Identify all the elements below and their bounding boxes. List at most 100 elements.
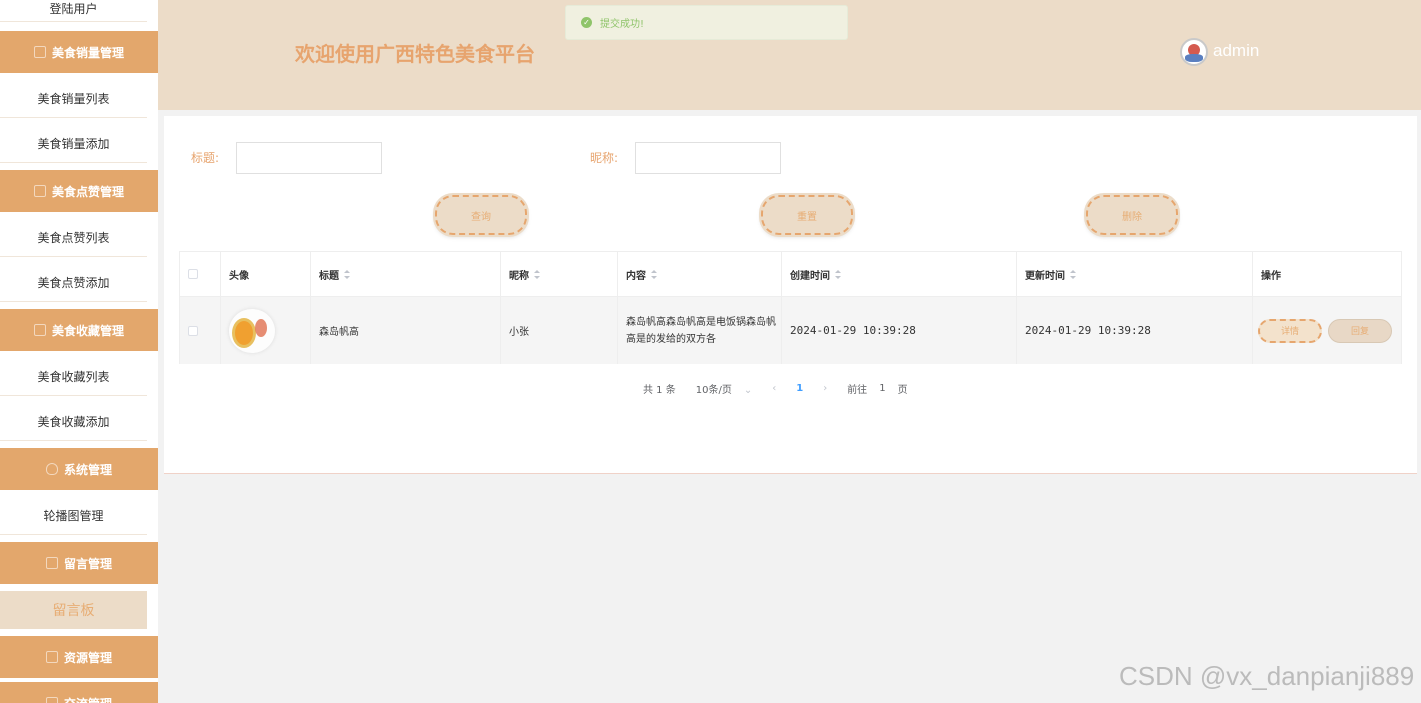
current-page[interactable]: 1 [796,383,803,394]
column-header-label: 创建时间 [790,270,830,282]
edit-icon [33,46,46,58]
sidebar-item-label: 美食收藏列表 [37,370,110,384]
sidebar-group-label: 系统管理 [63,462,112,477]
sidebar-group-sales[interactable]: 美食销量管理 [0,31,158,73]
column-header-updated[interactable]: 更新时间 [1017,252,1253,296]
sidebar-item-label: 美食收藏添加 [37,415,110,429]
sidebar-item-label: 轮播图管理 [43,509,104,523]
select-all-checkbox[interactable] [188,269,198,279]
sidebar-group-label: 美食收藏管理 [51,323,124,338]
user-name[interactable]: admin [1213,41,1259,61]
column-header-title[interactable]: 标题 [311,252,501,296]
column-header-label: 更新时间 [1025,270,1065,282]
sidebar-group-communication[interactable]: 交流管理 [0,682,158,703]
row-select-cell [180,297,221,364]
sidebar-group-likes[interactable]: 美食点赞管理 [0,170,158,212]
sidebar-item-fav-list[interactable]: 美食收藏列表 [0,358,147,396]
column-header-nickname[interactable]: 昵称 [501,252,618,296]
sidebar-group-label: 美食销量管理 [51,45,124,60]
ops-cell: 详情 回复 [1253,297,1403,364]
sort-icon[interactable] [1070,269,1076,279]
sidebar-group-label: 交流管理 [64,695,112,703]
sidebar-item-label: 美食销量列表 [37,92,110,106]
chart-icon [33,185,46,197]
select-all-cell [180,252,221,296]
sort-icon[interactable] [835,269,841,279]
sidebar-item-message-board[interactable]: 留言板 [0,591,147,629]
table-row[interactable]: 森岛帆高 小张 森岛帆高森岛帆高是电饭锅森岛帆高是的发给的双方各 2024-01… [180,297,1401,364]
reply-button[interactable]: 回复 [1328,318,1392,343]
chart-icon [45,557,58,569]
reset-button[interactable]: 重置 [761,195,853,235]
column-header-avatar: 头像 [221,252,311,296]
created-cell: 2024-01-29 10:39:28 [782,297,1017,364]
detail-button[interactable]: 详情 [1258,318,1322,343]
sidebar-item-label: 美食销量添加 [37,137,110,151]
sidebar-item-sales-add[interactable]: 美食销量添加 [0,125,147,163]
prev-page-icon[interactable]: ‹ [772,383,776,394]
next-page-icon[interactable]: › [823,383,827,394]
sidebar-item-like-list[interactable]: 美食点赞列表 [0,219,147,257]
column-header-label: 操作 [1261,270,1281,282]
goto-label: 前往 [847,384,868,396]
watermark: CSDN @vx_danpianji889 [1119,661,1415,691]
sidebar-group-messages[interactable]: 留言管理 [0,542,158,584]
sidebar-item-sales-list[interactable]: 美食销量列表 [0,80,147,118]
row-created-time: 2024-01-29 10:39:28 [790,324,916,337]
title-input[interactable] [236,142,382,174]
title-cell: 森岛帆高 [311,297,501,364]
updated-cell: 2024-01-29 10:39:28 [1017,297,1253,364]
column-header-label: 昵称 [509,270,529,282]
table-header: 头像 标题 昵称 内容 创建时间 更新时间 操作 [180,252,1401,297]
pager-total: 共 1 条 [643,384,676,396]
query-button[interactable]: 查询 [435,195,527,235]
nickname-input[interactable] [635,142,781,174]
sidebar: 登陆用户 美食销量管理 美食销量列表 美食销量添加 美食点赞管理 美食点赞列表 … [0,0,158,703]
sidebar-group-system[interactable]: 系统管理 [0,448,158,490]
food-image[interactable] [229,308,275,353]
column-header-label: 内容 [626,270,646,282]
sort-icon[interactable] [344,269,350,279]
row-checkbox[interactable] [188,325,198,336]
row-nickname: 小张 [509,327,529,338]
column-header-ops: 操作 [1253,252,1403,296]
row-title: 森岛帆高 [319,327,359,338]
sidebar-item-label: 留言板 [52,603,95,619]
box-icon [45,651,58,663]
edit-icon [33,324,46,336]
nickname-label: 昵称: [590,151,619,165]
goto-input[interactable]: 1 [879,383,885,394]
sidebar-item-label: 美食点赞添加 [37,276,110,290]
column-header-label: 头像 [229,270,249,282]
column-header-label: 标题 [319,270,339,282]
sidebar-item-fav-add[interactable]: 美食收藏添加 [0,403,147,441]
main-panel: 标题: 昵称: 查询 重置 删除 头像 标题 昵称 内容 创建时间 更新时间 操… [164,116,1417,474]
sidebar-item-login-users[interactable]: 登陆用户 [0,0,147,22]
sidebar-item-like-add[interactable]: 美食点赞添加 [0,264,147,302]
title-label: 标题: [191,151,220,165]
page-size-select[interactable]: 10条/页 ⌄ [696,381,752,396]
toast-message: 提交成功! [600,19,645,30]
data-table: 头像 标题 昵称 内容 创建时间 更新时间 操作 森岛帆高 小张 森岛帆高森岛帆… [179,251,1402,364]
avatar-cell [221,297,311,364]
row-content: 森岛帆高森岛帆高是电饭锅森岛帆高是的发给的双方各 [626,316,776,345]
page-unit-label: 页 [897,384,908,396]
nickname-cell: 小张 [501,297,618,364]
column-header-content[interactable]: 内容 [618,252,782,296]
sidebar-group-label: 留言管理 [63,556,112,571]
avatar-icon[interactable] [1180,38,1208,66]
sidebar-item-label: 美食点赞列表 [37,231,110,245]
row-updated-time: 2024-01-29 10:39:28 [1025,324,1151,337]
sidebar-item-carousel[interactable]: 轮播图管理 [0,497,147,535]
sidebar-group-resources[interactable]: 资源管理 [0,636,158,678]
lotus-icon [45,463,58,475]
sort-icon[interactable] [534,269,540,279]
sidebar-group-label: 资源管理 [63,650,112,665]
sort-icon[interactable] [651,269,657,279]
column-header-created[interactable]: 创建时间 [782,252,1017,296]
sidebar-group-favorites[interactable]: 美食收藏管理 [0,309,158,351]
chevron-down-icon: ⌄ [743,384,753,396]
delete-button[interactable]: 删除 [1086,195,1178,235]
sidebar-item-label: 登陆用户 [49,2,98,16]
page-size-label: 10条/页 [695,384,732,396]
